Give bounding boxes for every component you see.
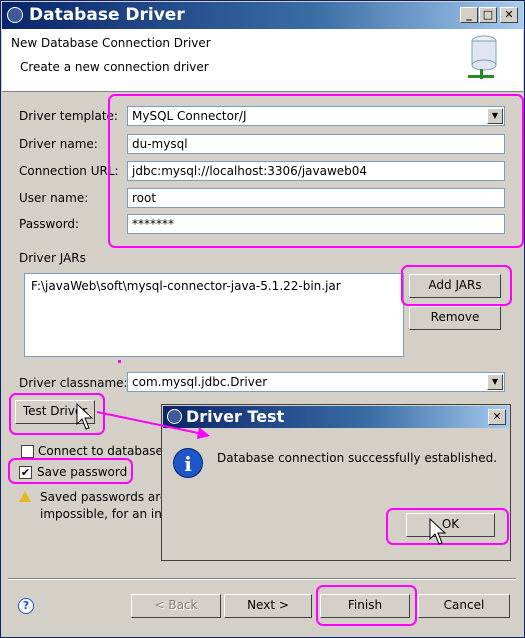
- annotation-arrow: [96, 411, 210, 439]
